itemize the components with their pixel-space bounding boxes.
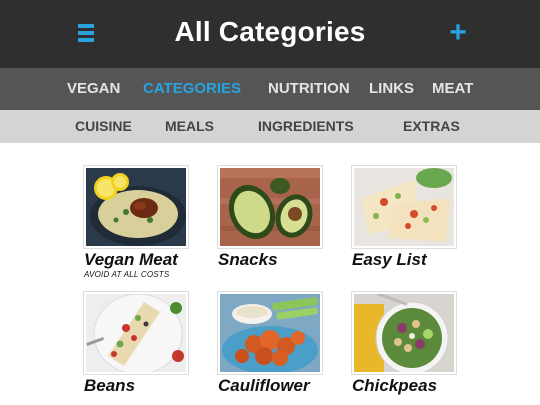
category-label: Cauliflower [218, 376, 310, 395]
secondary-nav: CUISINE MEALS INGREDIENTS EXTRAS [0, 110, 540, 143]
subtab-ingredients[interactable]: INGREDIENTS [258, 110, 354, 143]
category-card-beans[interactable]: Beans [84, 292, 196, 396]
category-label: Beans [84, 376, 136, 395]
category-card-cauliflower[interactable]: Cauliflower [218, 292, 330, 396]
category-card-vegan-meat[interactable]: Vegan Meat AVOID AT ALL COSTS [84, 166, 196, 279]
category-subtitle: AVOID AT ALL COSTS [84, 270, 170, 279]
easy-list-photo [352, 166, 456, 248]
category-card-snacks[interactable]: Snacks [218, 166, 330, 272]
tab-links[interactable]: LINKS [369, 68, 414, 110]
subtab-meals[interactable]: MEALS [165, 110, 214, 143]
subtab-cuisine[interactable]: CUISINE [75, 110, 132, 143]
snacks-photo [218, 166, 322, 248]
category-label: Snacks [218, 250, 278, 269]
category-card-easy-list[interactable]: Easy List [352, 166, 464, 272]
category-label: Vegan Meat [84, 250, 178, 269]
add-plus-icon[interactable]: + [446, 18, 470, 48]
cauliflower-photo [218, 292, 322, 374]
beans-photo [84, 292, 188, 374]
tab-meat[interactable]: MEAT [432, 68, 473, 110]
tab-categories[interactable]: CATEGORIES [143, 68, 241, 110]
tab-vegan[interactable]: VEGAN [67, 68, 120, 110]
primary-nav: VEGAN CATEGORIES NUTRITION LINKS MEAT [0, 68, 540, 110]
category-card-chickpeas[interactable]: Chickpeas [352, 292, 464, 396]
chickpeas-photo [352, 292, 456, 374]
category-label: Chickpeas [352, 376, 438, 395]
tab-nutrition[interactable]: NUTRITION [268, 68, 350, 110]
vegan-meat-photo [84, 166, 188, 248]
category-label: Easy List [352, 250, 427, 269]
app-header: All Categories + [0, 0, 540, 68]
subtab-extras[interactable]: EXTRAS [403, 110, 460, 143]
